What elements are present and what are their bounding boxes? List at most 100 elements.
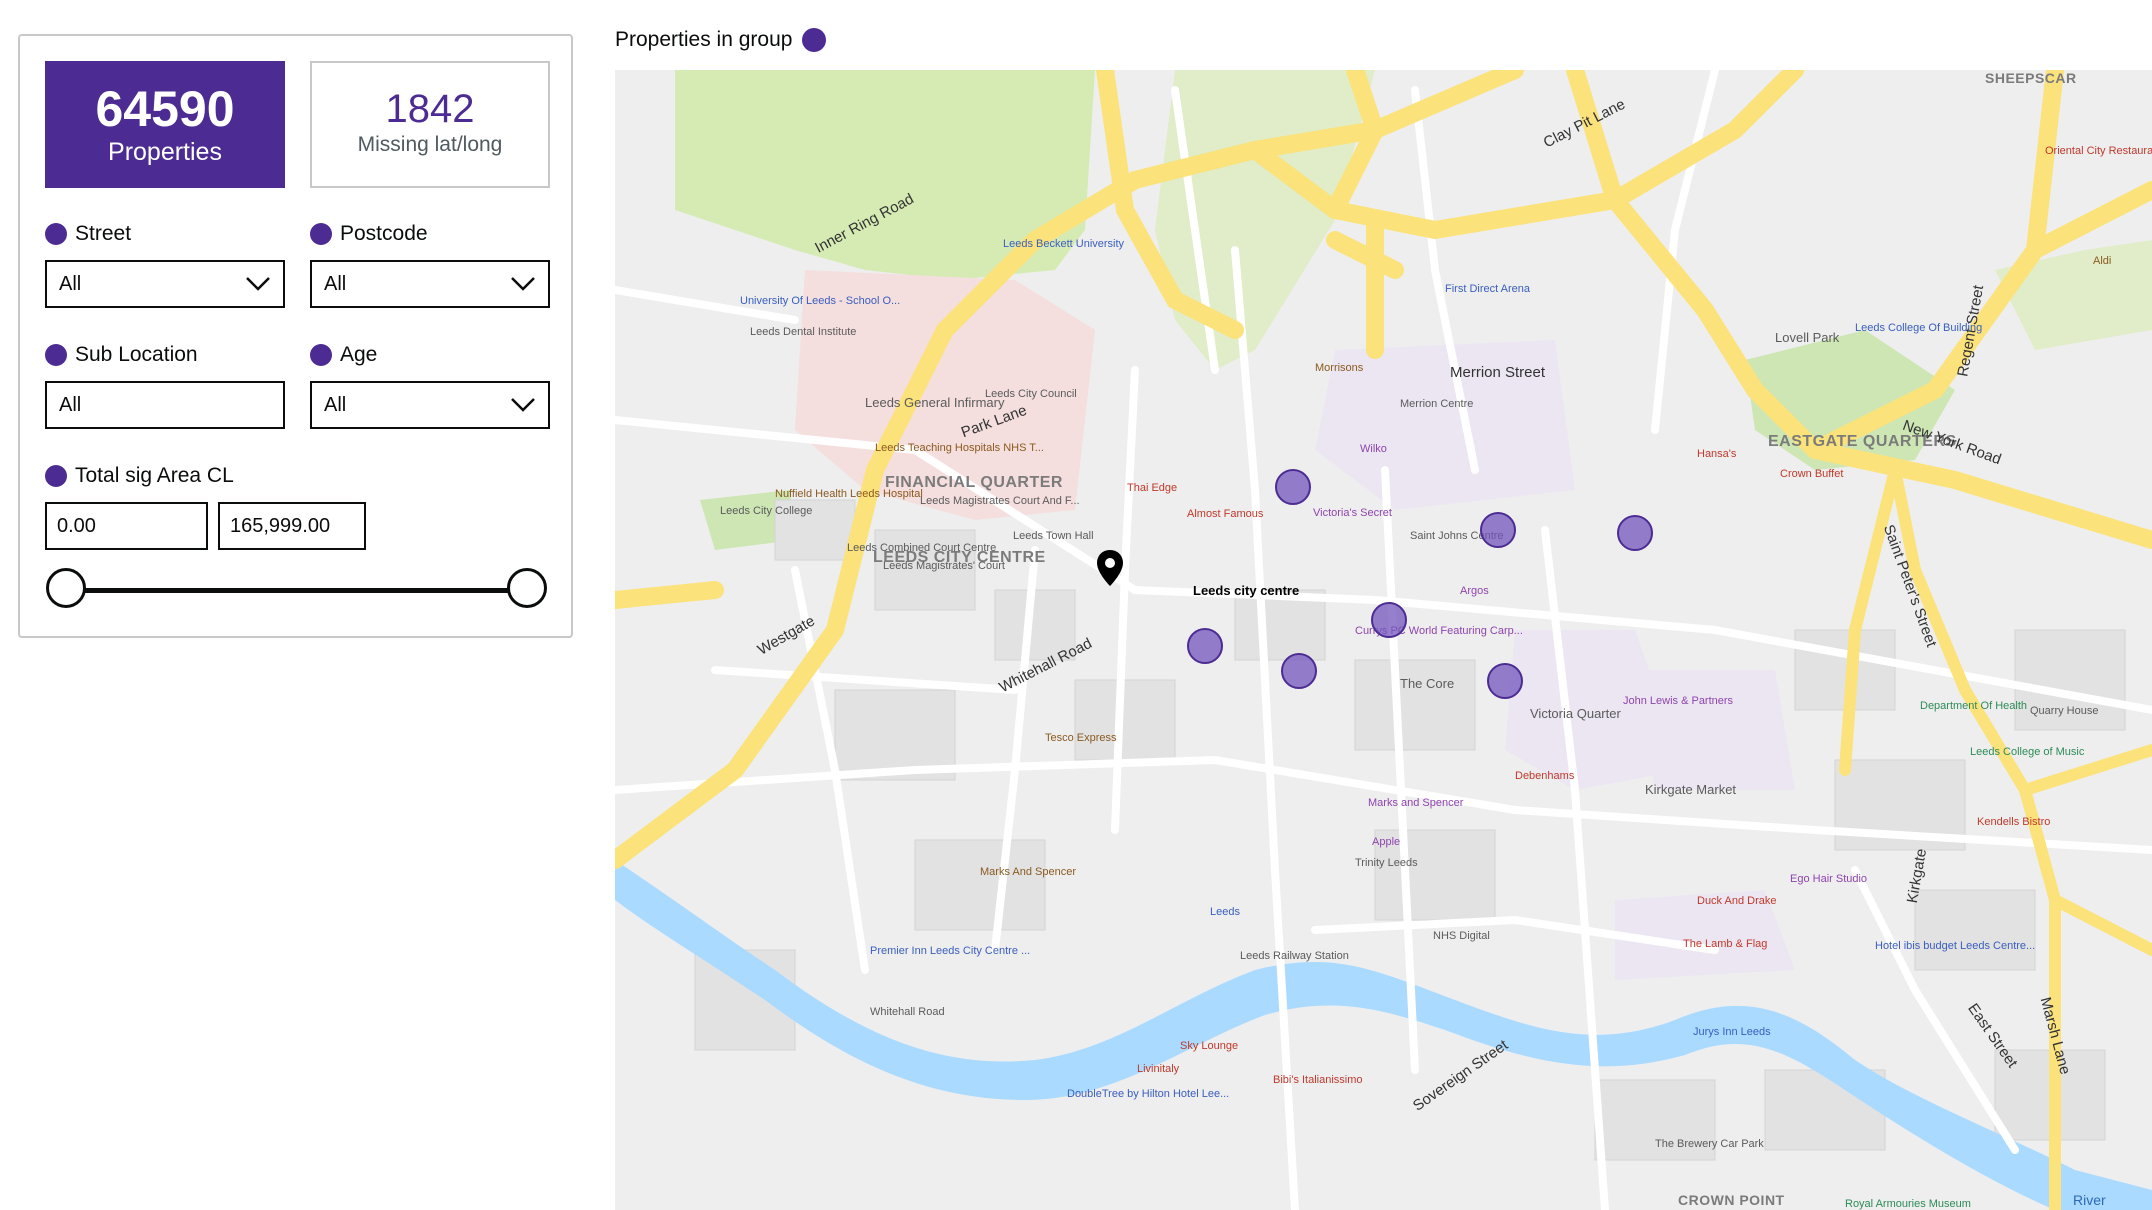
place-royal-armouries[interactable]: Royal Armouries Museum <box>1845 1198 1971 1210</box>
place-ego-hair-studio[interactable]: Ego Hair Studio <box>1790 873 1867 885</box>
place-premier-inn[interactable]: Premier Inn Leeds City Centre ... <box>870 945 1030 957</box>
street-label-text: Street <box>75 222 132 245</box>
place-argos[interactable]: Argos <box>1460 585 1489 597</box>
area-min-input[interactable]: 0.00 <box>45 502 208 550</box>
place-oriental-city[interactable]: Oriental City Restaurant <box>2045 145 2152 157</box>
place-tesco-express[interactable]: Tesco Express <box>1045 732 1117 744</box>
place-doubletree-hilton[interactable]: DoubleTree by Hilton Hotel Lee... <box>1067 1088 1229 1100</box>
properties-count: 64590 <box>95 81 235 137</box>
place-leeds-city-college[interactable]: Leeds City College <box>720 505 812 517</box>
place-crown-buffet[interactable]: Crown Buffet <box>1780 468 1843 480</box>
place-lamb-and-flag[interactable]: The Lamb & Flag <box>1683 938 1767 950</box>
place-leeds-station[interactable]: Leeds <box>1210 906 1240 918</box>
place-hansas[interactable]: Hansa's <box>1697 448 1736 460</box>
age-color-dot <box>310 344 332 366</box>
place-leeds-teaching-hospitals[interactable]: Leeds Teaching Hospitals NHS T... <box>875 442 1044 454</box>
street-label: Street <box>45 222 131 246</box>
place-livinitaly[interactable]: Livinitaly <box>1137 1063 1179 1075</box>
street-color-dot <box>45 223 67 245</box>
total-sig-area-color-dot <box>45 465 67 487</box>
map-legend: Properties in group <box>615 28 827 52</box>
place-department-of-health[interactable]: Department Of Health <box>1920 700 2027 712</box>
place-sky-lounge[interactable]: Sky Lounge <box>1180 1040 1238 1052</box>
area-range-min-handle[interactable] <box>46 568 86 608</box>
place-leeds-combined-court[interactable]: Leeds Combined Court Centre <box>847 542 996 554</box>
place-quarry-house[interactable]: Quarry House <box>2030 705 2098 717</box>
map-view[interactable]: FINANCIAL QUARTER LEEDS CITY CENTRE EAST… <box>615 70 2152 1210</box>
group-color-dot <box>802 28 827 52</box>
property-marker[interactable] <box>1275 469 1311 505</box>
missing-latlong-stat-card: 1842 Missing lat/long <box>310 61 550 188</box>
property-marker[interactable] <box>1187 628 1223 664</box>
place-leeds-town-hall[interactable]: Leeds Town Hall <box>1013 530 1094 542</box>
place-aldi[interactable]: Aldi <box>2093 255 2111 267</box>
place-marks-and-spencer[interactable]: Marks and Spencer <box>1368 797 1463 809</box>
postcode-select-value: All <box>324 272 347 295</box>
place-apple[interactable]: Apple <box>1372 836 1400 848</box>
place-river[interactable]: River <box>2073 1193 2106 1207</box>
place-brewery-car-park[interactable]: The Brewery Car Park <box>1655 1138 1764 1150</box>
property-marker[interactable] <box>1617 515 1653 551</box>
place-merrion-centre[interactable]: Merrion Centre <box>1400 398 1473 410</box>
place-duck-and-drake[interactable]: Duck And Drake <box>1697 895 1776 907</box>
location-pin-icon[interactable] <box>1095 548 1125 588</box>
chevron-down-icon <box>246 277 270 291</box>
place-leeds-railway-station[interactable]: Leeds Railway Station <box>1240 950 1349 962</box>
property-marker[interactable] <box>1487 663 1523 699</box>
place-leeds-general-infirmary[interactable]: Leeds General Infirmary <box>865 396 1004 409</box>
area-range-max-handle[interactable] <box>507 568 547 608</box>
map-legend-label: Properties in group <box>615 28 793 51</box>
place-leeds-college-of-building[interactable]: Leeds College Of Building <box>1855 322 1982 334</box>
place-almost-famous[interactable]: Almost Famous <box>1187 508 1263 520</box>
area-label-crown-point: CROWN POINT <box>1678 1192 1785 1208</box>
place-ibis-budget[interactable]: Hotel ibis budget Leeds Centre... <box>1875 940 2035 952</box>
sub-location-label: Sub Location <box>45 343 198 367</box>
place-leeds-college-of-music[interactable]: Leeds College of Music <box>1970 746 2084 758</box>
place-jurys-inn[interactable]: Jurys Inn Leeds <box>1693 1026 1771 1038</box>
place-university-of-leeds[interactable]: University Of Leeds - School O... <box>740 295 900 307</box>
place-nuffield-health[interactable]: Nuffield Health Leeds Hospital <box>775 488 923 500</box>
street-select-value: All <box>59 272 82 295</box>
place-kendells-bistro[interactable]: Kendells Bistro <box>1977 816 2050 828</box>
street-select[interactable]: All <box>45 260 285 308</box>
place-wilko[interactable]: Wilko <box>1360 443 1387 455</box>
filter-panel: 64590 Properties 1842 Missing lat/long S… <box>18 34 573 638</box>
properties-stat-card: 64590 Properties <box>45 61 285 188</box>
place-victoria-quarter[interactable]: Victoria Quarter <box>1530 707 1621 720</box>
total-sig-area-label: Total sig Area CL <box>45 464 234 488</box>
place-leeds-beckett-university[interactable]: Leeds Beckett University <box>1003 238 1124 250</box>
sub-location-input[interactable]: All <box>45 381 285 429</box>
properties-label: Properties <box>108 138 222 166</box>
place-debenhams[interactable]: Debenhams <box>1515 770 1574 782</box>
age-select-value: All <box>324 393 347 416</box>
place-trinity-leeds[interactable]: Trinity Leeds <box>1355 857 1418 869</box>
place-leeds-magistrates-court-and[interactable]: Leeds Magistrates Court And F... <box>920 495 1080 507</box>
area-min-value: 0.00 <box>57 514 96 537</box>
place-leeds-dental-institute[interactable]: Leeds Dental Institute <box>750 326 856 338</box>
place-nhs-digital[interactable]: NHS Digital <box>1433 930 1490 942</box>
place-marks-and-spencer-2[interactable]: Marks And Spencer <box>980 866 1076 878</box>
postcode-select[interactable]: All <box>310 260 550 308</box>
place-first-direct-arena[interactable]: First Direct Arena <box>1445 283 1530 295</box>
place-thai-edge[interactable]: Thai Edge <box>1127 482 1177 494</box>
age-select[interactable]: All <box>310 381 550 429</box>
place-morrisons[interactable]: Morrisons <box>1315 362 1363 374</box>
property-marker[interactable] <box>1281 653 1317 689</box>
place-whitehall-road-label[interactable]: Whitehall Road <box>870 1006 945 1018</box>
area-label-sheepscar: SHEEPSCAR <box>1985 70 2077 86</box>
place-lovell-park[interactable]: Lovell Park <box>1775 331 1839 344</box>
road-label-merrion-street: Merrion Street <box>1450 364 1546 381</box>
area-max-input[interactable]: 165,999.00 <box>218 502 366 550</box>
place-leeds-magistrates-court[interactable]: Leeds Magistrates' Court <box>883 560 1005 572</box>
age-label-text: Age <box>340 343 378 366</box>
place-bibis-italianissimo[interactable]: Bibi's Italianissimo <box>1273 1074 1363 1086</box>
property-marker[interactable] <box>1371 602 1407 638</box>
area-range-slider-track[interactable] <box>65 588 545 593</box>
property-marker[interactable] <box>1480 512 1516 548</box>
place-victorias-secret[interactable]: Victoria's Secret <box>1313 507 1392 519</box>
place-leeds-city-council[interactable]: Leeds City Council <box>985 388 1077 400</box>
place-kirkgate-market[interactable]: Kirkgate Market <box>1645 783 1736 796</box>
sub-location-label-text: Sub Location <box>75 343 198 366</box>
place-john-lewis[interactable]: John Lewis & Partners <box>1623 695 1733 707</box>
place-the-core[interactable]: The Core <box>1400 677 1454 690</box>
